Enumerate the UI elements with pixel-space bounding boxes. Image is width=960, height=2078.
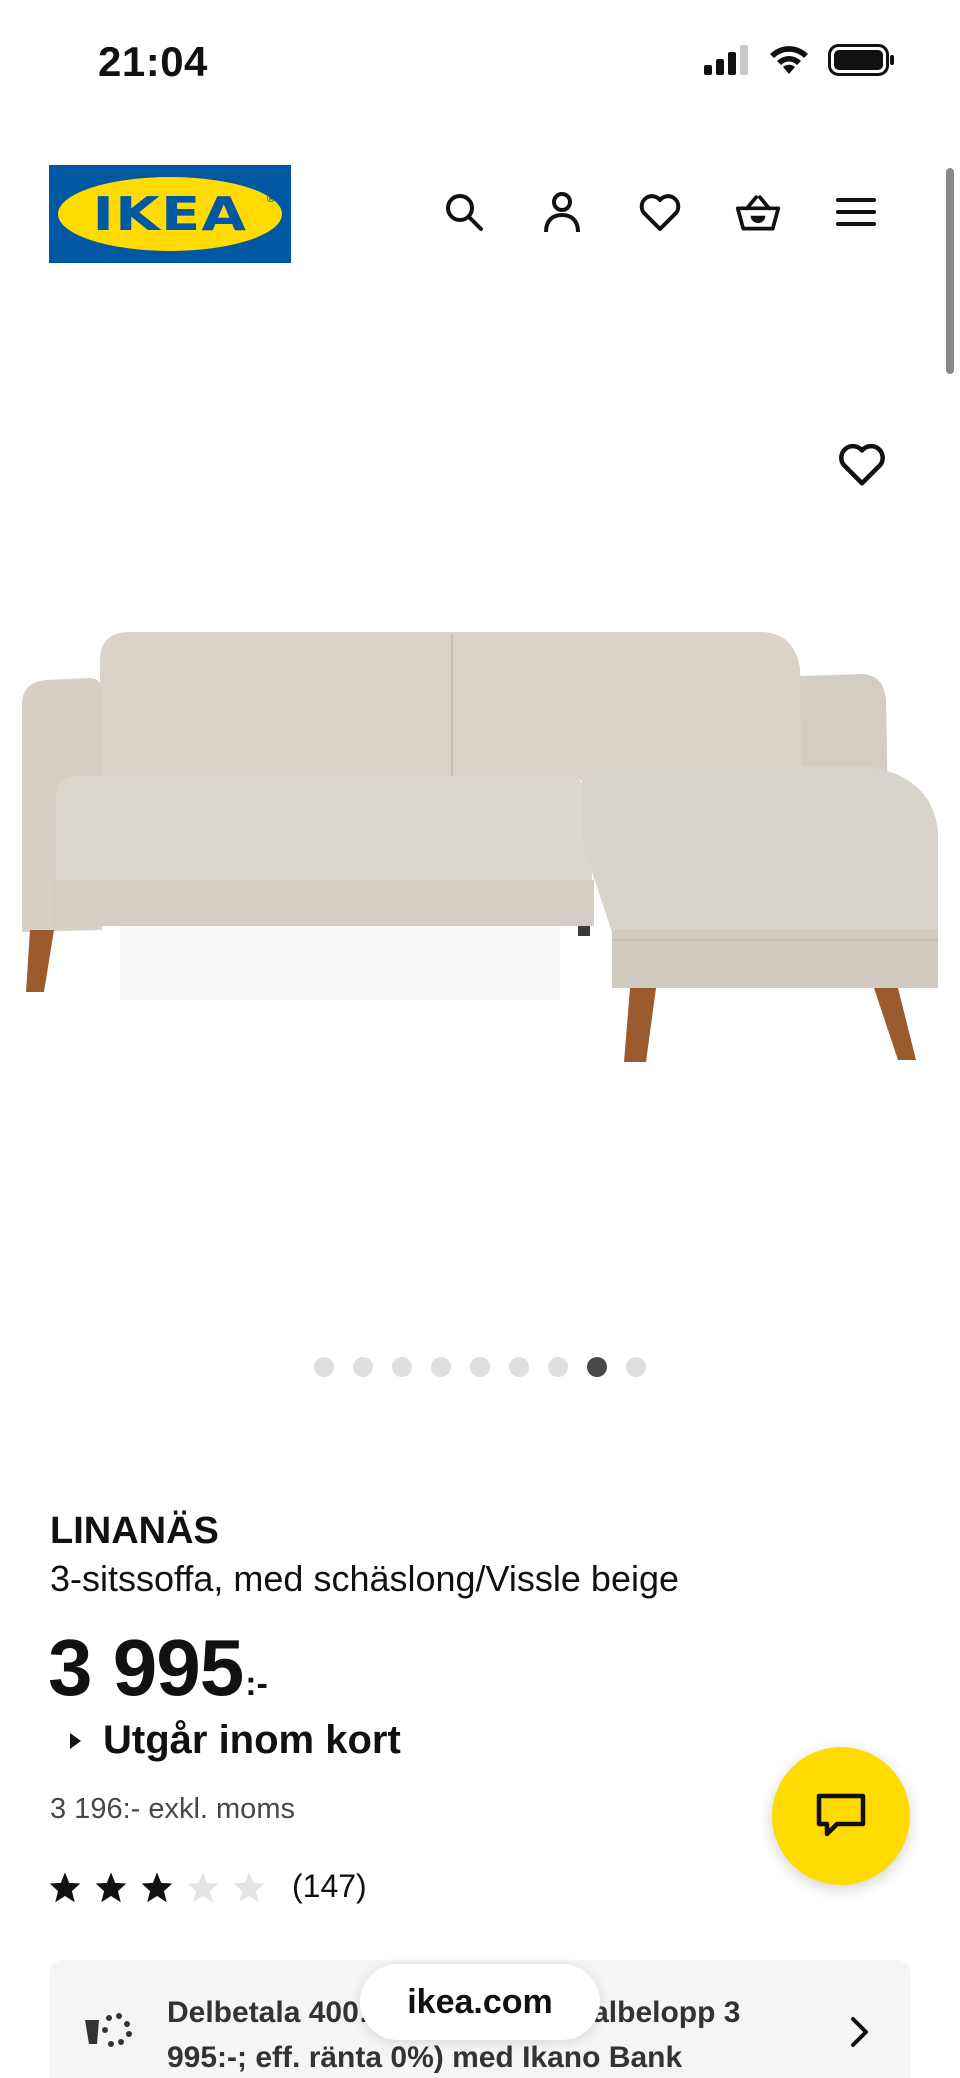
star-filled-icon — [141, 1871, 173, 1902]
review-count: (147) — [292, 1868, 367, 1904]
status-time: 21:04 — [98, 38, 208, 85]
wifi-icon — [770, 46, 808, 74]
payment-split-icon — [85, 2013, 132, 2047]
price: 3 995 :- — [48, 1622, 268, 1714]
product-description: 3-sitssoffa, med schäslong/Vissle beige — [50, 1558, 680, 1599]
carousel-dot[interactable] — [392, 1357, 412, 1377]
save-to-wishlist-button[interactable] — [836, 440, 888, 492]
chat-bubble-icon — [816, 1793, 866, 1837]
heart-outline-icon — [839, 443, 885, 486]
carousel-dot-active[interactable] — [587, 1357, 607, 1377]
browser-url-bar[interactable]: ikea.com — [360, 1964, 600, 2040]
star-empty-icon — [233, 1871, 265, 1902]
menu-button[interactable] — [832, 188, 880, 236]
logo-text: IKEA — [92, 187, 248, 241]
chat-button[interactable] — [772, 1747, 910, 1885]
product-image-carousel[interactable] — [0, 300, 960, 1320]
carousel-dot[interactable] — [548, 1357, 568, 1377]
chevron-right-icon — [851, 2017, 868, 2047]
cart-button[interactable] — [734, 188, 782, 236]
price-currency-suffix: :- — [245, 1665, 268, 1703]
wishlist-button[interactable] — [636, 188, 684, 236]
logo-oval: IKEA — [58, 177, 282, 251]
status-icons — [704, 44, 896, 76]
status-bar: 21:04 — [0, 0, 960, 130]
search-icon — [446, 194, 483, 231]
product-name: LINANÄS — [50, 1510, 219, 1552]
image-carousel-dots — [0, 1357, 960, 1377]
availability-label: Utgår inom kort — [103, 1718, 401, 1762]
hamburger-menu-icon — [836, 198, 876, 226]
star-filled-icon — [49, 1871, 81, 1902]
user-icon — [544, 192, 580, 233]
carousel-dot[interactable] — [314, 1357, 334, 1377]
ikea-logo[interactable]: IKEA ® — [49, 165, 291, 263]
header-actions — [440, 188, 880, 236]
carousel-dot[interactable] — [353, 1357, 373, 1377]
availability-toggle[interactable]: Utgår inom kort — [70, 1718, 401, 1763]
battery-icon — [828, 44, 894, 76]
heart-icon — [639, 194, 681, 231]
registered-mark: ® — [266, 193, 275, 205]
rating[interactable]: (147) — [48, 1868, 367, 1905]
carousel-dot[interactable] — [626, 1357, 646, 1377]
expand-triangle-icon — [70, 1732, 81, 1749]
price-excl-vat: 3 196:- exkl. moms — [50, 1793, 295, 1825]
star-empty-icon — [187, 1871, 219, 1902]
basket-icon — [735, 195, 781, 231]
cellular-signal-icon — [704, 45, 748, 75]
rating-stars — [48, 1871, 266, 1903]
sofa-image — [22, 632, 938, 1062]
search-button[interactable] — [440, 188, 488, 236]
star-filled-icon — [95, 1871, 127, 1902]
price-amount: 3 995 — [48, 1623, 244, 1712]
carousel-dot[interactable] — [470, 1357, 490, 1377]
carousel-dot[interactable] — [431, 1357, 451, 1377]
account-button[interactable] — [538, 188, 586, 236]
site-header: IKEA ® — [0, 150, 960, 280]
carousel-dot[interactable] — [509, 1357, 529, 1377]
